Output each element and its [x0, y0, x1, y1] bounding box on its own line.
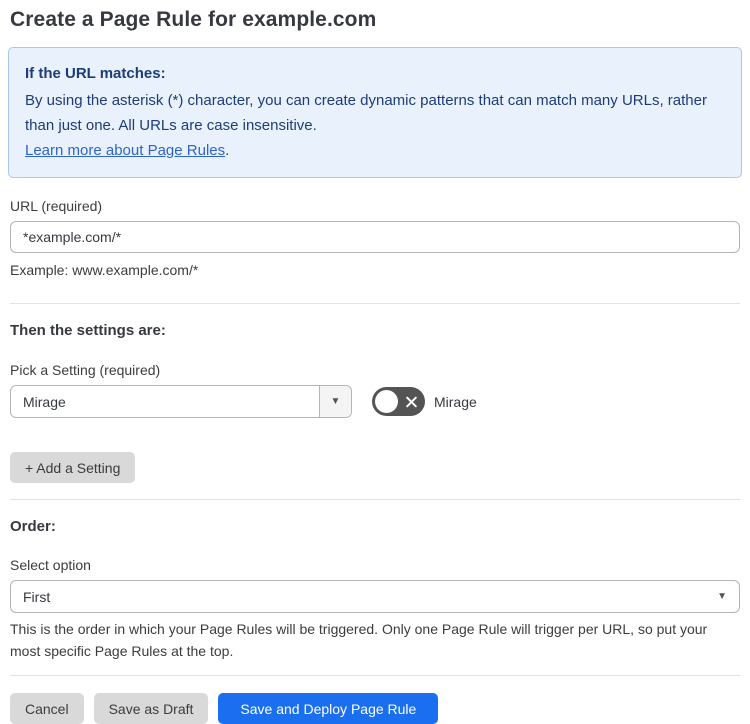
url-input[interactable]: [10, 221, 740, 253]
info-box-link-line: Learn more about Page Rules.: [25, 138, 725, 163]
toggle-label: Mirage: [434, 393, 477, 410]
link-period: .: [225, 142, 230, 159]
chevron-down-icon: ▼: [717, 590, 727, 602]
order-select-value: First: [23, 588, 51, 605]
setting-select[interactable]: Mirage ▼: [10, 385, 352, 418]
order-section-heading: Order:: [10, 518, 56, 535]
info-box-heading: If the URL matches:: [25, 65, 166, 82]
save-and-deploy-button[interactable]: Save and Deploy Page Rule: [218, 693, 439, 724]
divider: [10, 499, 740, 500]
mirage-toggle[interactable]: [372, 387, 425, 416]
toggle-off-x-icon: [405, 395, 418, 408]
url-example-helper: Example: www.example.com/*: [10, 262, 199, 278]
url-matches-info-box: If the URL matches: By using the asteris…: [8, 47, 742, 178]
info-box-body: By using the asterisk (*) character, you…: [25, 92, 707, 134]
url-field-label: URL (required): [10, 198, 103, 214]
page-title: Create a Page Rule for example.com: [10, 8, 377, 31]
learn-more-link[interactable]: Learn more about Page Rules: [25, 142, 225, 159]
order-select[interactable]: First ▼: [10, 580, 740, 613]
pick-setting-label: Pick a Setting (required): [10, 362, 161, 378]
footer-button-row: Cancel Save as Draft Save and Deploy Pag…: [10, 693, 740, 724]
setting-select-value: Mirage: [23, 393, 66, 410]
chevron-down-icon: ▼: [330, 395, 341, 407]
add-setting-button[interactable]: + Add a Setting: [10, 452, 136, 483]
setting-select-arrow-button[interactable]: ▼: [319, 386, 351, 417]
order-helper-text: This is the order in which your Page Rul…: [10, 621, 708, 659]
setting-row: Mirage ▼ Mirage: [10, 385, 740, 418]
divider: [10, 303, 740, 304]
settings-section-heading: Then the settings are:: [10, 322, 166, 339]
toggle-knob: [375, 390, 398, 413]
create-page-rule-form: Create a Page Rule for example.com If th…: [0, 0, 750, 724]
save-as-draft-button[interactable]: Save as Draft: [93, 693, 209, 724]
cancel-button[interactable]: Cancel: [10, 693, 84, 724]
divider: [10, 675, 740, 676]
select-option-label: Select option: [10, 557, 91, 573]
